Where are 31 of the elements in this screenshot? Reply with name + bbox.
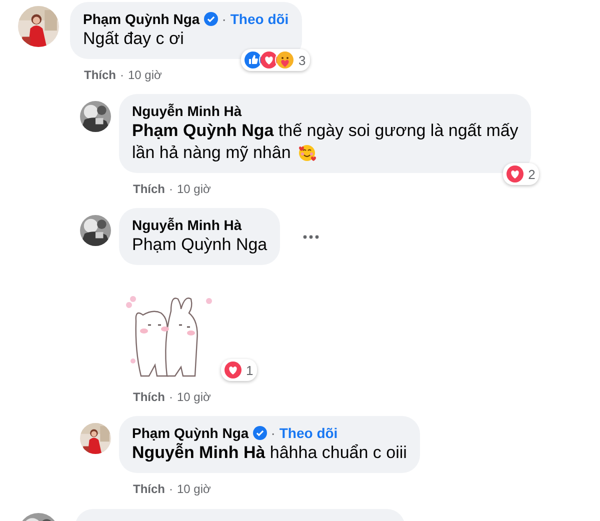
separator-dot: · [169,481,173,497]
separator-dot: · [169,181,173,197]
comment-text: Ngất đay c ơi [83,28,185,50]
separator-dot: · [169,389,173,405]
reaction-summary[interactable]: 2 [503,163,540,185]
reaction-summary[interactable]: 1 [221,359,258,381]
comment-text: Phạm Quỳnh Nga [132,234,268,256]
like-link[interactable]: Thích [133,181,165,197]
author-name[interactable]: Phạm Quỳnh Nga [132,424,249,442]
separator-dot: · [270,424,276,442]
comment-text: lần hả nàng mỹ nhân [132,142,291,164]
timestamp[interactable]: 10 giờ [128,67,162,83]
care-face-icon [275,50,296,70]
like-link[interactable]: Thích [133,481,165,497]
separator-dot: · [222,10,226,28]
like-link[interactable]: Thích [133,389,165,405]
author-name[interactable]: Phạm Quỳnh Nga [83,10,200,28]
comment-text: Phạm Quỳnh Nga thế ngày soi gương là ngất mấy [132,120,518,142]
follow-link[interactable]: Theo dõi [230,10,289,28]
heart-icon [223,360,243,380]
like-link[interactable]: Thích [84,67,116,83]
timestamp[interactable]: 10 giờ [177,389,211,405]
timestamp[interactable]: 10 giờ [177,481,211,497]
author-name[interactable]: Nguyễn Minh Hà [132,102,242,120]
reaction-summary[interactable]: 3 [241,49,310,71]
comment-text: Nguyễn Minh Hà hâhha chuẩn c oiii [132,442,407,464]
timestamp[interactable]: 10 giờ [177,181,211,197]
follow-link[interactable]: Theo dõi [279,424,338,442]
author-name[interactable]: Nguyễn Minh Hà [132,216,242,234]
heart-icon [505,164,526,184]
separator-dot: · [120,67,124,83]
